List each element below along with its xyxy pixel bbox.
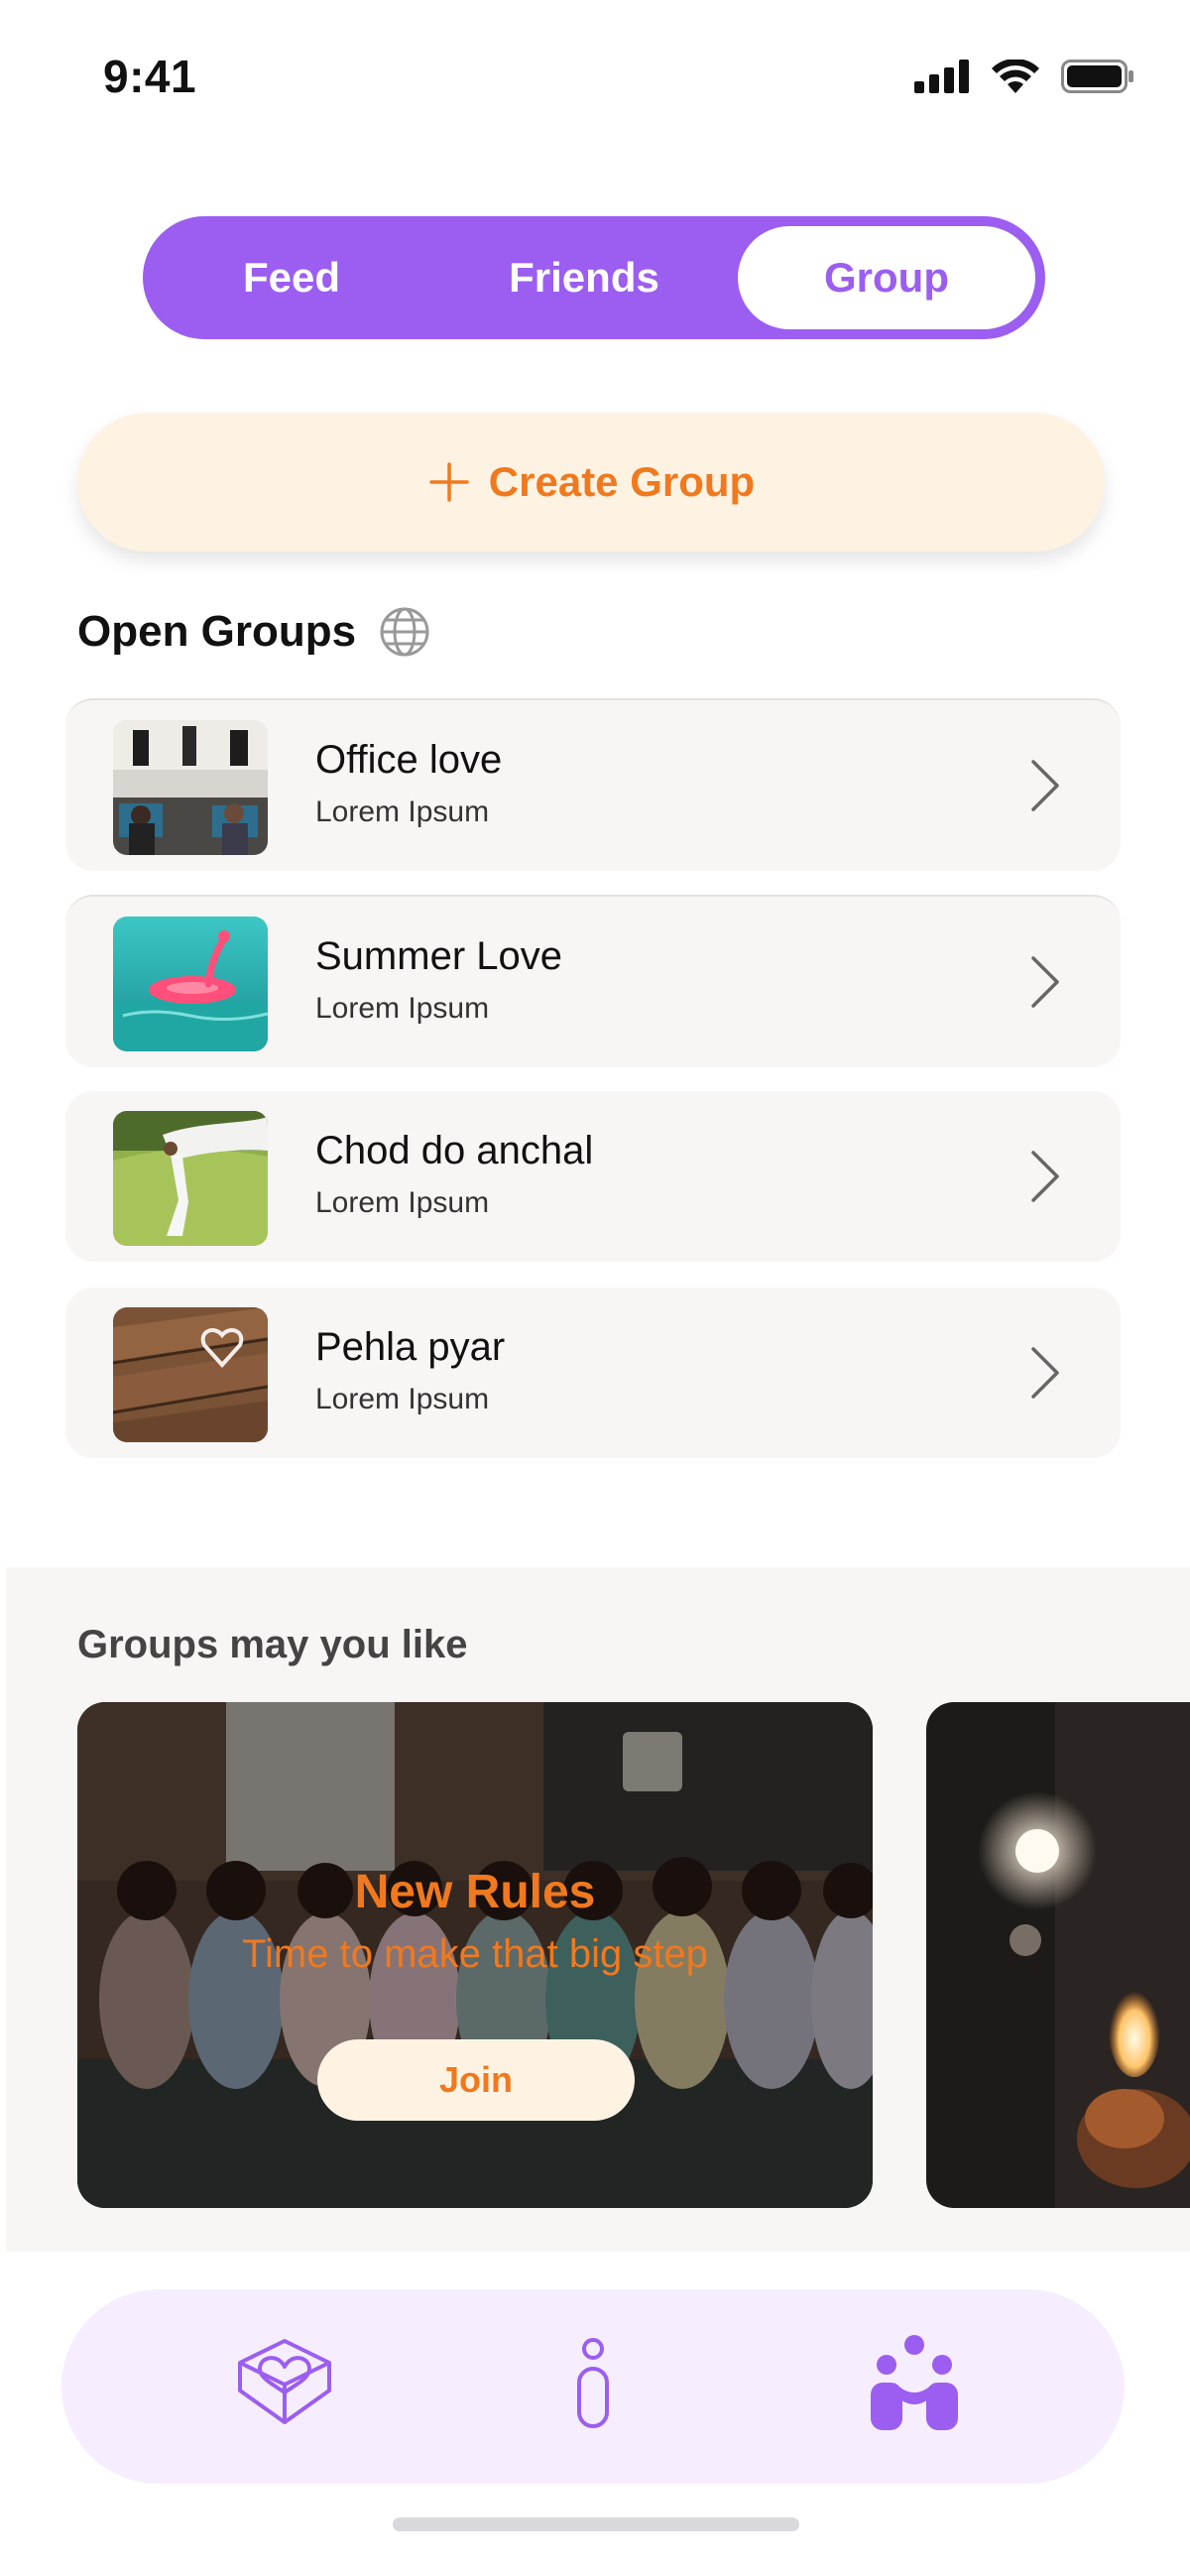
groups-you-may-like-section: Groups may you like New Rules Time to ma… xyxy=(6,1567,1190,2252)
nav-home[interactable] xyxy=(230,2329,339,2443)
tab-feed[interactable]: Feed xyxy=(182,226,401,329)
group-row-chod-do-anchal[interactable]: Chod do anchal Lorem Ipsum xyxy=(65,1091,1121,1262)
plus-icon xyxy=(429,462,469,502)
join-button[interactable]: Join xyxy=(317,2039,635,2121)
group-subtitle: Lorem Ipsum xyxy=(315,992,490,1025)
chevron-right-icon xyxy=(1031,956,1059,1008)
chevron-right-icon xyxy=(1031,1347,1059,1399)
open-groups-heading: Open Groups xyxy=(77,605,431,659)
group-subtitle: Lorem Ipsum xyxy=(315,1383,490,1415)
globe-icon xyxy=(380,607,429,657)
open-groups-title: Open Groups xyxy=(77,607,357,656)
tab-group[interactable]: Group xyxy=(738,226,1035,329)
group-icon xyxy=(871,2335,958,2430)
pehla-pyar-thumbnail xyxy=(113,1307,268,1442)
nav-profile[interactable] xyxy=(565,2329,621,2443)
chevron-right-icon xyxy=(1031,1151,1059,1202)
groups-you-may-like-title: Groups may you like xyxy=(77,1623,468,1666)
create-group-label: Create Group xyxy=(488,458,756,505)
status-icons xyxy=(914,60,1134,93)
bottom-navigation xyxy=(61,2289,1125,2484)
group-subtitle: Lorem Ipsum xyxy=(315,796,490,828)
cellular-signal-icon xyxy=(914,60,969,93)
group-row-office-love[interactable]: Office love Lorem Ipsum xyxy=(65,698,1121,871)
group-title: Pehla pyar xyxy=(315,1325,506,1369)
status-time: 9:41 xyxy=(103,51,197,102)
card-title: New Rules xyxy=(354,1866,596,1918)
group-title: Office love xyxy=(315,738,503,782)
wifi-icon xyxy=(992,60,1039,93)
group-title: Chod do anchal xyxy=(315,1129,594,1172)
group-row-summer-love[interactable]: Summer Love Lorem Ipsum xyxy=(65,895,1121,1067)
office-love-thumbnail xyxy=(113,720,268,855)
card-subtitle: Time to make that big step xyxy=(242,1932,708,1976)
nav-groups[interactable] xyxy=(865,2329,964,2443)
group-row-pehla-pyar[interactable]: Pehla pyar Lorem Ipsum xyxy=(65,1288,1121,1458)
segmented-tabs: Feed Friends Group xyxy=(143,216,1045,339)
suggested-group-card-partial[interactable] xyxy=(926,1702,1190,2208)
tab-friends[interactable]: Friends xyxy=(440,226,728,329)
battery-icon xyxy=(1061,60,1133,93)
group-subtitle: Lorem Ipsum xyxy=(315,1186,490,1219)
heart-box-icon xyxy=(238,2339,331,2424)
suggested-group-card[interactable]: New Rules Time to make that big step Joi… xyxy=(77,1702,873,2208)
create-group-button[interactable]: Create Group xyxy=(77,413,1105,552)
candle-group-image xyxy=(926,1702,1190,2208)
group-title: Summer Love xyxy=(315,934,562,978)
chevron-right-icon xyxy=(1031,760,1059,811)
person-icon xyxy=(577,2338,609,2428)
chod-do-anchal-thumbnail xyxy=(113,1111,268,1246)
summer-love-thumbnail xyxy=(113,917,268,1051)
home-indicator xyxy=(393,2517,799,2531)
